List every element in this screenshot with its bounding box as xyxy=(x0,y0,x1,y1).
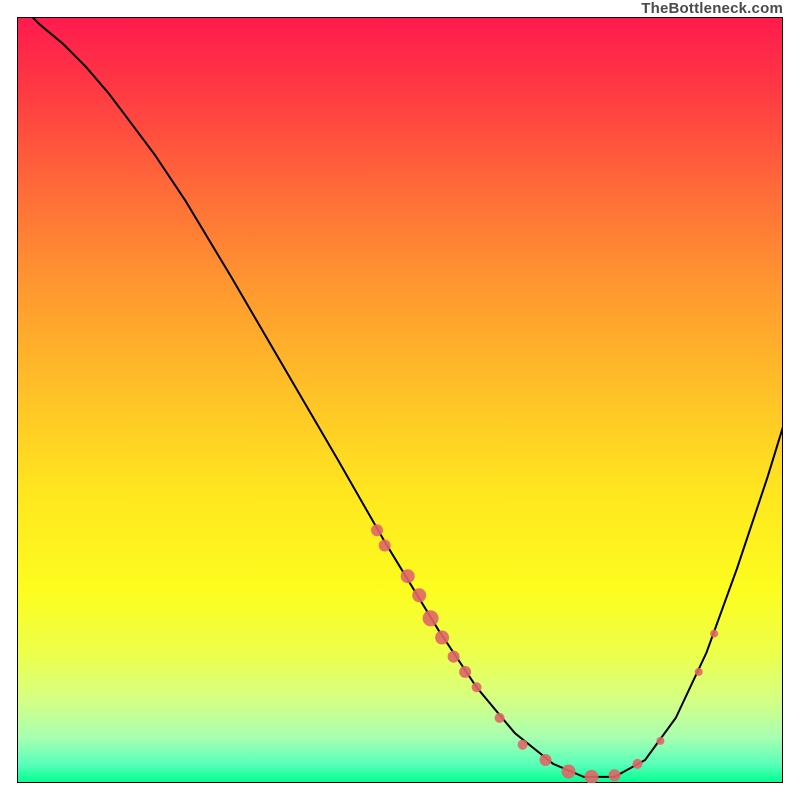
chart-container: TheBottleneck.com xyxy=(0,0,800,800)
watermark-text: TheBottleneck.com xyxy=(641,0,783,17)
chart-frame xyxy=(17,17,783,783)
